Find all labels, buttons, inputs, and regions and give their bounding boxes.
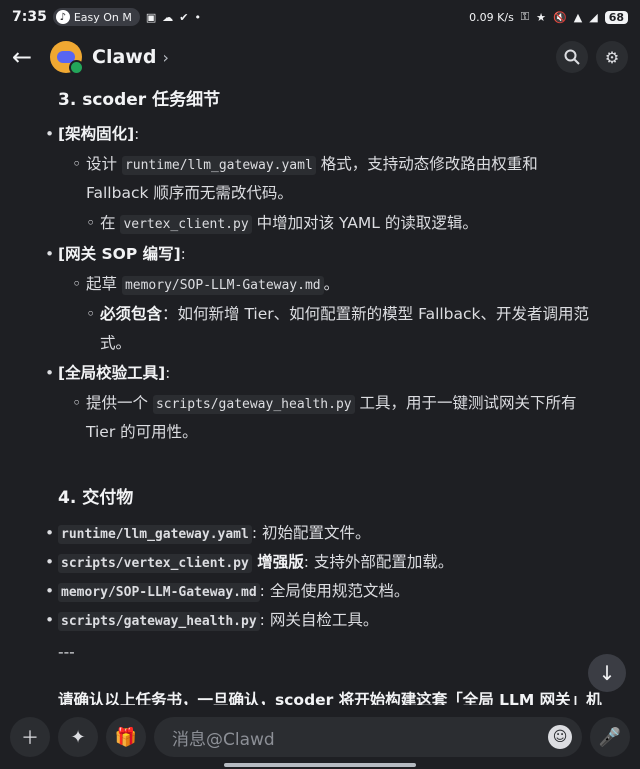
message-composer: ＋ ✦ 🎁 消息@Clawd ☺ 🎤 — [0, 705, 640, 769]
dot-icon: • — [194, 10, 202, 24]
list-item: 必须包含：如何新增 Tier、如何配置新的模型 Fallback、开发者调用范 — [86, 300, 590, 329]
text: 中增加对该 YAML 的读取逻辑。 — [251, 214, 478, 232]
text: : 网关自检工具。 — [259, 611, 379, 629]
list-item: 提供一个 scripts/gateway_health.py 工具，用于一键测试… — [72, 389, 577, 419]
list-item: memory/SOP-LLM-Gateway.md: 全局使用规范文档。 — [45, 577, 410, 607]
list-item: runtime/llm_gateway.yaml: 初始配置文件。 — [45, 519, 371, 549]
bold-text: 必须包含 — [100, 305, 163, 323]
list-item: 在 vertex_client.py 中增加对该 YAML 的读取逻辑。 — [86, 209, 478, 239]
voice-message-button[interactable]: 🎤 — [590, 717, 630, 757]
settings-button[interactable]: ⚙ — [596, 41, 628, 73]
search-icon — [564, 49, 580, 65]
text: ：如何新增 Tier、如何配置新的模型 Fallback、开发者调用范 — [162, 305, 590, 323]
inline-code: scripts/vertex_client.py — [58, 554, 252, 573]
signal-icon: ▲ — [573, 10, 583, 24]
plus-icon: ＋ — [21, 728, 39, 749]
inline-code: scripts/gateway_health.py — [152, 395, 355, 414]
list-item: [全局校验工具]: — [45, 359, 171, 388]
bullet-suffix: : — [180, 245, 186, 263]
bullet-label: [网关 SOP 编写] — [58, 245, 181, 263]
key-icon: ⚿ — [520, 10, 530, 23]
text-line: 式。 — [100, 334, 132, 352]
text: 起草 — [86, 275, 122, 293]
network-speed: 0.09 K/s — [469, 10, 514, 24]
text: 在 — [100, 214, 121, 232]
apps-button[interactable]: ✦ — [58, 717, 98, 757]
text: 格式，支持动态修改路由权重和 — [315, 155, 538, 173]
star-icon: ★ — [536, 10, 547, 24]
signal2-icon: ◢ — [589, 10, 598, 24]
check-icon: ✔ — [179, 10, 189, 24]
search-button[interactable] — [556, 41, 588, 73]
section-4-heading: 4. 交付物 — [58, 488, 134, 508]
chat-header: ← Clawd › ⚙ — [0, 34, 640, 80]
gear-icon: ⚙ — [604, 47, 620, 67]
sparkle-icon: ✦ — [70, 726, 86, 748]
back-arrow-icon[interactable]: ← — [12, 43, 42, 71]
gift-button[interactable]: 🎁 — [106, 717, 146, 757]
spotify-icon: ♪ — [55, 10, 70, 24]
add-attachment-button[interactable]: ＋ — [10, 717, 50, 757]
bullet-suffix: : — [134, 125, 140, 143]
inline-code: memory/SOP-LLM-Gateway.md — [121, 276, 324, 295]
inline-code: scripts/gateway_health.py — [58, 612, 260, 631]
screenshot-icon: ▣ — [145, 10, 157, 24]
bullet-label: [全局校验工具] — [58, 364, 166, 382]
text: 设计 — [86, 155, 122, 173]
text-line: Fallback 顺序而无需改代码。 — [86, 184, 293, 202]
online-status-icon — [69, 60, 84, 75]
system-icons: 0.09 K/s ⚿ ★ 🔇 ▲ ◢ 68 — [469, 10, 628, 24]
cloud-icon: ☁ — [162, 10, 174, 24]
microphone-icon: 🎤 — [598, 726, 622, 748]
channel-title[interactable]: Clawd — [92, 46, 156, 68]
jump-to-bottom-button[interactable]: ↓ — [588, 654, 626, 692]
list-item: [网关 SOP 编写]: — [45, 240, 186, 269]
list-item: 起草 memory/SOP-LLM-Gateway.md。 — [72, 270, 340, 300]
emoji-icon[interactable]: ☺ — [548, 725, 572, 749]
divider-text: --- — [58, 643, 75, 661]
message-input-placeholder: 消息@Clawd — [172, 729, 275, 750]
list-item: scripts/vertex_client.py 增强版: 支持外部配置加载。 — [45, 548, 454, 578]
text: 工具，用于一键测试网关下所有 — [354, 394, 577, 412]
bullet-suffix: : — [165, 364, 171, 382]
bold-text: 增强版 — [251, 553, 304, 571]
list-item: scripts/gateway_health.py: 网关自检工具。 — [45, 606, 379, 636]
section-3-heading: 3. scoder 任务细节 — [58, 90, 221, 110]
text: 。 — [323, 275, 340, 293]
message-input[interactable]: 消息@Clawd ☺ — [154, 717, 582, 757]
text: : 初始配置文件。 — [251, 524, 371, 542]
bullet-label: [架构固化] — [58, 125, 135, 143]
list-item: [架构固化]: — [45, 120, 140, 149]
chevron-right-icon[interactable]: › — [162, 48, 168, 67]
list-item: 设计 runtime/llm_gateway.yaml 格式，支持动态修改路由权… — [72, 150, 538, 180]
now-playing-pill[interactable]: ♪ Easy On M — [52, 8, 140, 26]
message-content: 3. scoder 任务细节 [架构固化]: 设计 runtime/llm_ga… — [0, 80, 640, 710]
gift-icon: 🎁 — [114, 726, 138, 748]
text: : 支持外部配置加载。 — [303, 553, 454, 571]
text-line: Tier 的可用性。 — [86, 423, 198, 441]
battery-level: 68 — [604, 10, 628, 24]
inline-code: runtime/llm_gateway.yaml — [121, 156, 316, 175]
inline-code: runtime/llm_gateway.yaml — [58, 525, 252, 544]
inline-code: memory/SOP-LLM-Gateway.md — [58, 583, 260, 602]
home-indicator — [224, 763, 416, 767]
text: : 全局使用规范文档。 — [259, 582, 410, 600]
mute-icon: 🔇 — [553, 10, 567, 24]
status-bar: 7:35 ♪ Easy On M ▣ ☁ ✔ • 0.09 K/s ⚿ ★ 🔇 … — [0, 0, 640, 34]
status-time: 7:35 — [12, 9, 47, 25]
now-playing-text: Easy On M — [73, 10, 132, 24]
avatar[interactable] — [50, 41, 84, 75]
text: 提供一个 — [86, 394, 153, 412]
arrow-down-icon: ↓ — [598, 661, 616, 685]
notification-icons: ▣ ☁ ✔ • — [146, 11, 201, 24]
inline-code: vertex_client.py — [120, 215, 252, 234]
